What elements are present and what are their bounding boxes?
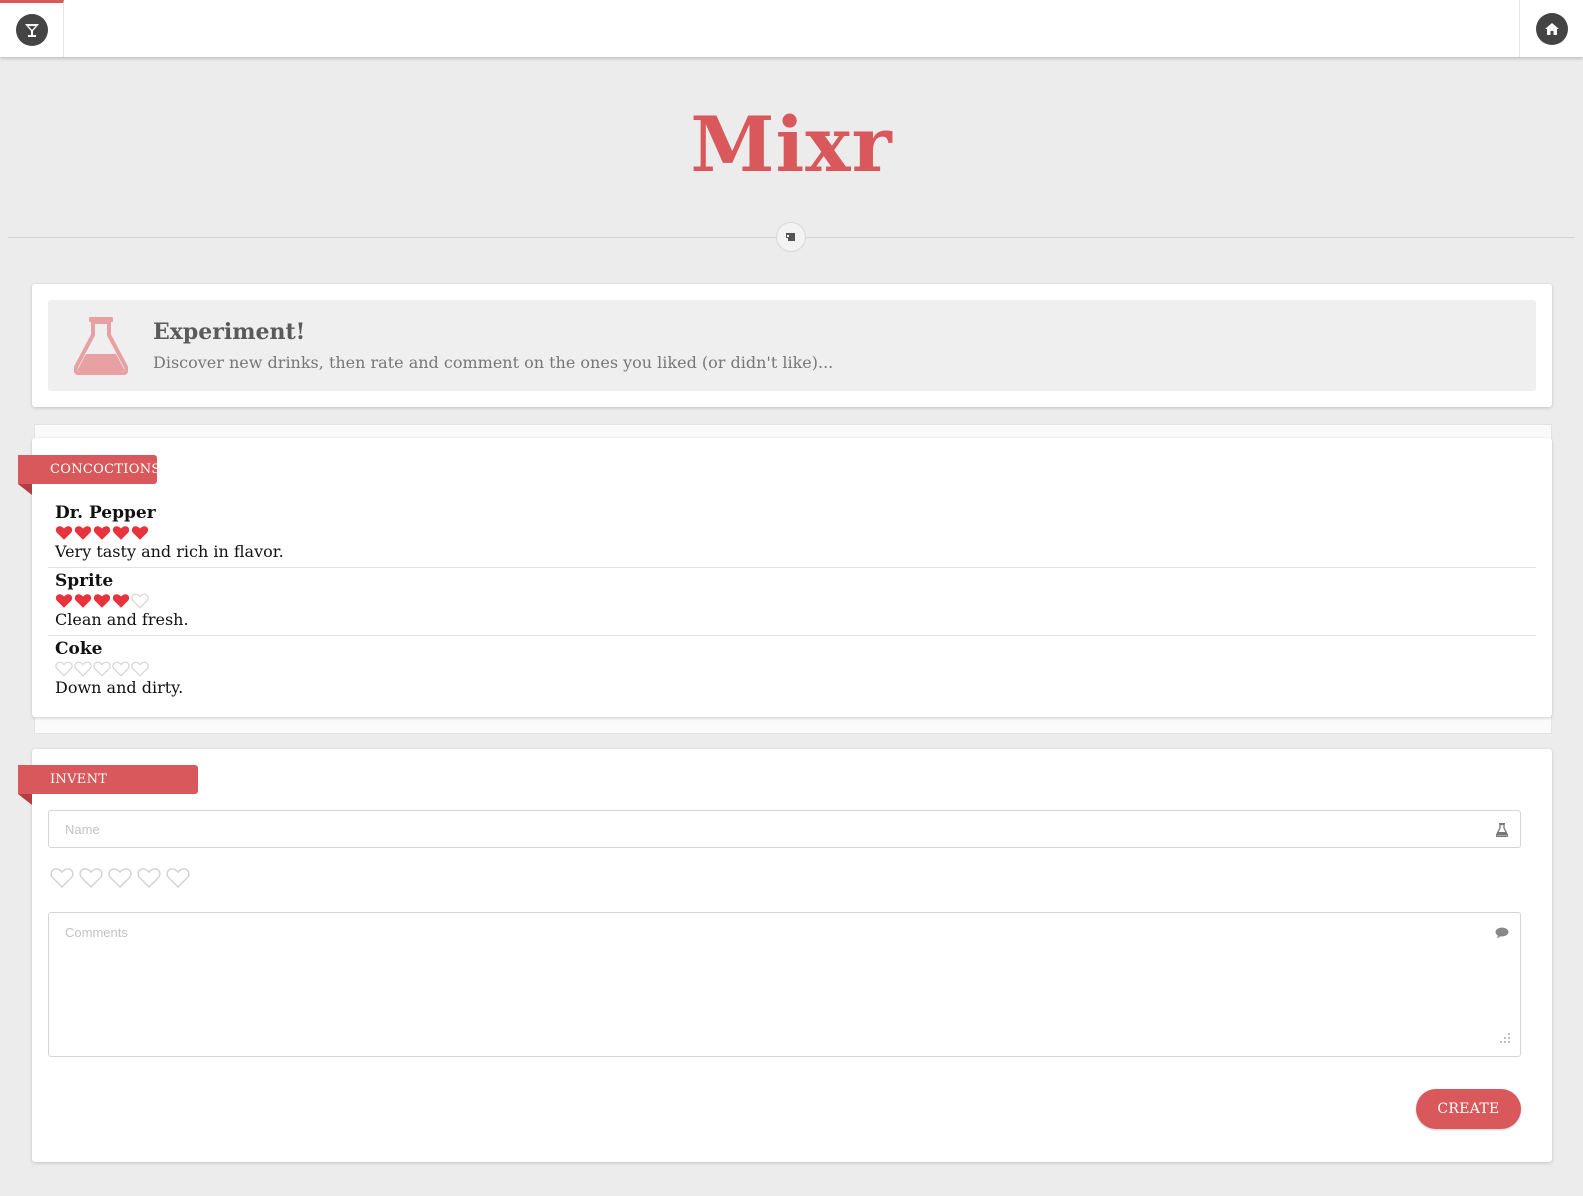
- intro-card: Experiment! Discover new drinks, then ra…: [32, 284, 1552, 407]
- list-item: Coke Down and dirty.: [48, 636, 1536, 703]
- cocktail-icon[interactable]: [15, 14, 48, 46]
- rating-hearts: [55, 591, 1529, 610]
- heart-empty-icon: [131, 593, 149, 609]
- heart-empty-icon: [131, 661, 149, 677]
- flask-icon: [73, 317, 129, 379]
- heart-empty-icon: [112, 661, 130, 677]
- flask-icon: [1495, 822, 1509, 841]
- heart-filled-icon: [55, 525, 73, 540]
- heart-empty-icon: [93, 661, 111, 677]
- concoction-name: Coke: [55, 639, 103, 659]
- name-input[interactable]: [49, 811, 1520, 847]
- list-item: Sprite Clean and fresh.: [48, 568, 1536, 636]
- intro-description: Discover new drinks, then rate and comme…: [153, 353, 834, 372]
- heart-rating-icon[interactable]: [108, 866, 132, 890]
- home-icon[interactable]: [1535, 12, 1568, 45]
- comments-textarea[interactable]: [49, 913, 1520, 1056]
- heart-rating-icon[interactable]: [50, 866, 74, 890]
- heart-rating-icon[interactable]: [79, 866, 103, 890]
- resize-handle-icon[interactable]: [1500, 1028, 1510, 1047]
- intro-panel: Experiment! Discover new drinks, then ra…: [48, 300, 1536, 391]
- heart-filled-icon: [131, 525, 149, 540]
- comments-field[interactable]: [48, 912, 1521, 1057]
- heart-filled-icon: [74, 525, 92, 540]
- concoctions-card: CONCOCTIONS Dr. Pepper Very tasty and ric…: [18, 438, 1552, 717]
- invent-card: INVENT SOMETHING Name Comments CREATE: [18, 749, 1552, 1162]
- mug-icon: [776, 222, 806, 252]
- heart-filled-icon: [93, 525, 111, 540]
- menu-tab[interactable]: [0, 0, 64, 57]
- heart-empty-icon: [55, 661, 73, 677]
- list-item: Dr. Pepper Very tasty and rich in flavor.: [48, 500, 1536, 568]
- concoction-comment: Clean and fresh.: [55, 610, 189, 629]
- heart-filled-icon: [112, 525, 130, 540]
- rating-hearts: [55, 659, 1529, 678]
- heart-rating-icon[interactable]: [137, 866, 161, 890]
- heart-filled-icon: [112, 593, 130, 608]
- heart-filled-icon: [93, 593, 111, 608]
- page-title: Mixr: [690, 100, 893, 189]
- rating-input[interactable]: [50, 866, 195, 890]
- heart-empty-icon: [74, 661, 92, 677]
- intro-title: Experiment!: [153, 319, 306, 345]
- rating-hearts: [55, 523, 1529, 542]
- heart-filled-icon: [55, 593, 73, 608]
- heart-filled-icon: [74, 593, 92, 608]
- top-navbar: [0, 0, 1583, 57]
- concoction-comment: Very tasty and rich in flavor.: [55, 542, 284, 561]
- name-field[interactable]: [48, 810, 1521, 848]
- create-button[interactable]: CREATE: [1416, 1089, 1521, 1129]
- concoctions-ribbon: CONCOCTIONS: [18, 455, 160, 495]
- concoction-list: Dr. Pepper Very tasty and rich in flavor.…: [48, 500, 1536, 703]
- concoction-name: Sprite: [55, 571, 114, 591]
- home-tab[interactable]: [1519, 0, 1583, 57]
- concoction-name: Dr. Pepper: [55, 503, 156, 523]
- heart-rating-icon[interactable]: [166, 866, 190, 890]
- concoction-comment: Down and dirty.: [55, 678, 184, 697]
- comment-icon: [1495, 924, 1509, 943]
- invent-ribbon: INVENT SOMETHING: [18, 765, 198, 816]
